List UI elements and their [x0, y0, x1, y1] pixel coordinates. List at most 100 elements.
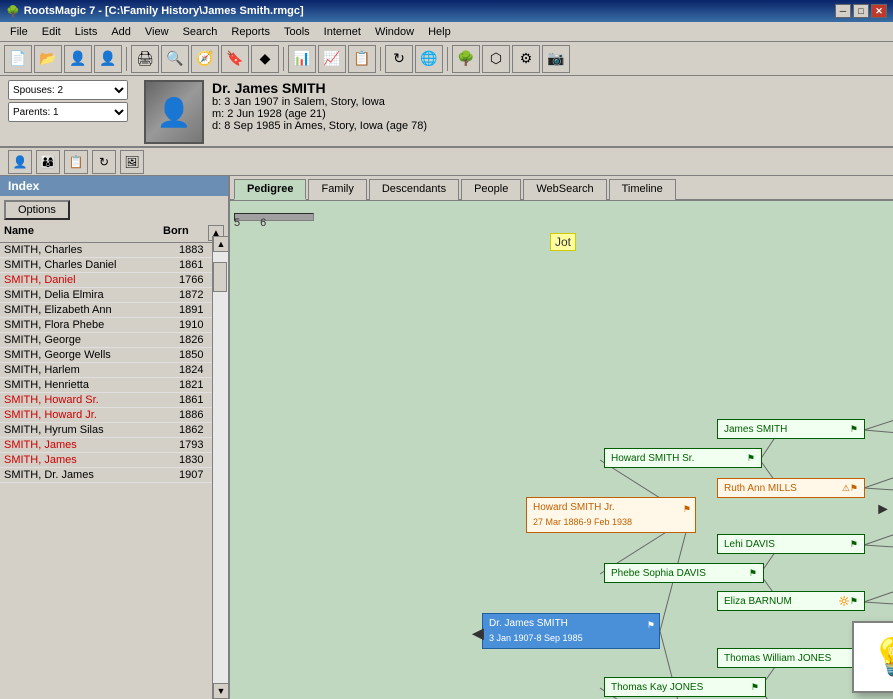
- scrollbar-thumb[interactable]: [213, 262, 227, 292]
- toolbar-export-btn[interactable]: ⬡: [482, 45, 510, 73]
- toolbar-sync-btn[interactable]: ↻: [385, 45, 413, 73]
- sidebar-row-5[interactable]: SMITH, Flora Phebe1910: [0, 318, 228, 333]
- jot-label: Jot: [550, 233, 576, 251]
- toolbar-chart-btn[interactable]: 📈: [318, 45, 346, 73]
- toolbar-report-btn[interactable]: 📋: [348, 45, 376, 73]
- pedigree-back-arrow[interactable]: ◄: [468, 623, 488, 646]
- sidebar-row-6[interactable]: SMITH, George1826: [0, 333, 228, 348]
- title-bar-text: RootsМagic 7 - [C:\Family History\James …: [24, 5, 304, 17]
- gen4-pfff-node[interactable]: James SMITH ⚑: [717, 419, 865, 439]
- scrollbar-down-btn[interactable]: ▼: [213, 683, 229, 699]
- sidebar-options: Options: [0, 196, 228, 224]
- sidebar-row-8[interactable]: SMITH, Harlem1824: [0, 363, 228, 378]
- gen4-pffm-name: Ruth Ann MILLS: [724, 483, 797, 494]
- menu-edit[interactable]: Edit: [36, 24, 67, 40]
- person-marriage: m: 2 Jun 1928 (age 21): [212, 108, 885, 120]
- menu-reports[interactable]: Reports: [225, 24, 276, 40]
- gen4-pfff-icon: ⚑: [850, 424, 858, 435]
- lightbulb-overlay: 💡 ✎ ⬡: [852, 621, 893, 693]
- menu-lists[interactable]: Lists: [69, 24, 104, 40]
- toolbar-bookmark-btn[interactable]: 🔖: [221, 45, 249, 73]
- gen3-pmf-node[interactable]: Thomas Kay JONES ⚑: [604, 677, 766, 697]
- menu-search[interactable]: Search: [177, 24, 224, 40]
- selected-person-dates: 3 Jan 1907-8 Sep 1985: [489, 631, 653, 645]
- sidebar-row-12[interactable]: SMITH, Hyrum Silas1862: [0, 423, 228, 438]
- menu-help[interactable]: Help: [422, 24, 457, 40]
- selected-person-node[interactable]: Dr. James SMITH 3 Jan 1907-8 Sep 1985 ⚑: [482, 613, 660, 649]
- toolbar-tree-btn[interactable]: 🌳: [452, 45, 480, 73]
- sidebar-row-15[interactable]: SMITH, Dr. James1907: [0, 468, 228, 483]
- gen2-father-node[interactable]: Howard SMITH Jr. 27 Mar 1886-9 Feb 1938 …: [526, 497, 696, 533]
- sidebar-row-3[interactable]: SMITH, Delia Elmira1872: [0, 288, 228, 303]
- toolbar-person-btn[interactable]: 👤: [64, 45, 92, 73]
- sidebar-row-11[interactable]: SMITH, Howard Jr.1886: [0, 408, 228, 423]
- col-name-header: Name: [4, 225, 163, 241]
- toolbar-web-btn[interactable]: 🌐: [415, 45, 443, 73]
- menu-file[interactable]: File: [4, 24, 34, 40]
- person-name: Dr. James SMITH: [212, 80, 885, 96]
- menu-window[interactable]: Window: [369, 24, 420, 40]
- scrollbar-up-btn[interactable]: ▲: [213, 236, 229, 252]
- sidebar-row-7[interactable]: SMITH, George Wells1850: [0, 348, 228, 363]
- tab-timeline[interactable]: Timeline: [609, 179, 676, 200]
- sidebar-row-1[interactable]: SMITH, Charles Daniel1861: [0, 258, 228, 273]
- gen-indicators: 5 6: [234, 217, 266, 229]
- toolbar-media-btn[interactable]: 📊: [288, 45, 316, 73]
- toolbar-open-btn[interactable]: 📂: [34, 45, 62, 73]
- menu-view[interactable]: View: [139, 24, 175, 40]
- menu-tools[interactable]: Tools: [278, 24, 316, 40]
- tab-people[interactable]: People: [461, 179, 521, 200]
- pedigree-right-arrow[interactable]: ►: [875, 501, 891, 519]
- person-tb-family-btn[interactable]: 👨‍👩‍👦: [36, 150, 60, 174]
- gen4-pffm-icon: ⚠⚑: [842, 483, 858, 494]
- gen4-pffm-node[interactable]: Ruth Ann MILLS ⚠⚑: [717, 478, 865, 498]
- person-details: Dr. James SMITH b: 3 Jan 1907 in Salem, …: [212, 80, 885, 132]
- sidebar-header: Index: [0, 176, 228, 196]
- tab-descendants[interactable]: Descendants: [369, 179, 459, 200]
- toolbar-search-btn[interactable]: 🔍: [161, 45, 189, 73]
- gen2-father-name: Howard SMITH Jr.: [533, 501, 689, 515]
- parents-dropdown[interactable]: Parents: 1: [8, 102, 128, 122]
- maximize-button[interactable]: □: [853, 4, 869, 18]
- sidebar-row-13[interactable]: SMITH, James1793: [0, 438, 228, 453]
- gen3-pmf-icon: ⚑: [751, 682, 759, 693]
- spouses-dropdown[interactable]: Spouses: 2: [8, 80, 128, 100]
- sidebar-row-14[interactable]: SMITH, James1830: [0, 453, 228, 468]
- gen4-pfmf-node[interactable]: Lehi DAVIS ⚑: [717, 534, 865, 554]
- sidebar-row-0[interactable]: SMITH, Charles1883: [0, 243, 228, 258]
- toolbar: 📄 📂 👤 👤 🖨 🔍 🧭 🔖 ◆ 📊 📈 📋 ↻ 🌐 🌳 ⬡ ⚙ 📷: [0, 42, 893, 76]
- tab-bar: Pedigree Family Descendants People WebSe…: [230, 176, 893, 201]
- tab-websearch[interactable]: WebSearch: [523, 179, 606, 200]
- options-button[interactable]: Options: [4, 200, 70, 220]
- toolbar-nav-btn[interactable]: 🧭: [191, 45, 219, 73]
- gen4-pfmf-name: Lehi DAVIS: [724, 539, 775, 550]
- toolbar-diamond-btn[interactable]: ◆: [251, 45, 279, 73]
- menu-add[interactable]: Add: [105, 24, 137, 40]
- gen3-pff-node[interactable]: Howard SMITH Sr. ⚑: [604, 448, 762, 468]
- toolbar-sep2: [283, 47, 284, 71]
- toolbar-settings-btn[interactable]: ⚙: [512, 45, 540, 73]
- selected-person-name: Dr. James SMITH: [489, 617, 653, 631]
- gen3-pfm-node[interactable]: Phebe Sophia DAVIS ⚑: [604, 563, 764, 583]
- tab-family[interactable]: Family: [308, 179, 366, 200]
- minimize-button[interactable]: ─: [835, 4, 851, 18]
- toolbar-camera-btn[interactable]: 📷: [542, 45, 570, 73]
- person-tb-edit-btn[interactable]: 👤: [8, 150, 32, 174]
- gen4-pfmm-node[interactable]: Eliza BARNUM 🔆⚑: [717, 591, 865, 611]
- tab-pedigree[interactable]: Pedigree: [234, 179, 306, 200]
- sidebar-row-9[interactable]: SMITH, Henrietta1821: [0, 378, 228, 393]
- toolbar-new-btn[interactable]: 📄: [4, 45, 32, 73]
- person-tb-report-btn[interactable]: 📋: [64, 150, 88, 174]
- close-button[interactable]: ✕: [871, 4, 887, 18]
- toolbar-print-btn[interactable]: 🖨: [131, 45, 159, 73]
- sidebar-row-2[interactable]: SMITH, Daniel1766: [0, 273, 228, 288]
- gen2-father-icon: ⚑: [683, 502, 691, 516]
- sidebar-row-10[interactable]: SMITH, Howard Sr.1861: [0, 393, 228, 408]
- quick-nav: Spouses: 2 Parents: 1: [8, 80, 128, 122]
- sidebar-row-4[interactable]: SMITH, Elizabeth Ann1891: [0, 303, 228, 318]
- toolbar-person2-btn[interactable]: 👤: [94, 45, 122, 73]
- person-death: d: 8 Sep 1985 in Ames, Story, Iowa (age …: [212, 120, 885, 132]
- person-tb-refresh-btn[interactable]: ↻: [92, 150, 116, 174]
- menu-internet[interactable]: Internet: [318, 24, 367, 40]
- person-tb-media-btn[interactable]: 🖼: [120, 150, 144, 174]
